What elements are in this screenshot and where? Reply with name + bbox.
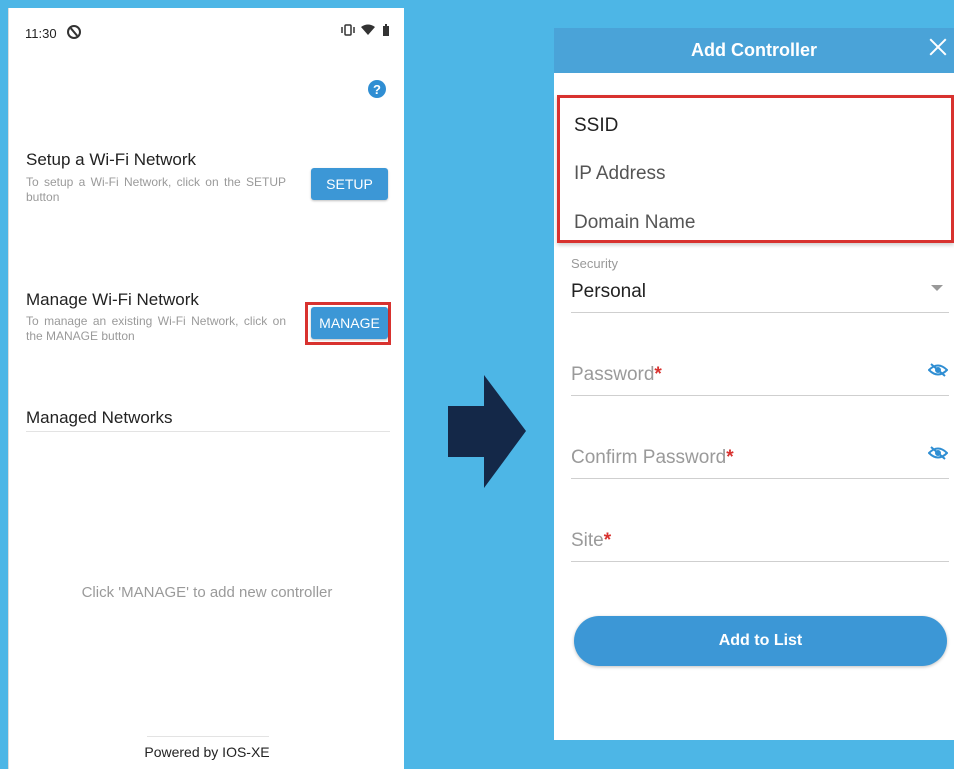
setup-title: Setup a Wi-Fi Network [26, 150, 197, 169]
controller-type-dropdown: SSID IP Address Domain Name [557, 95, 954, 243]
option-ssid[interactable]: SSID [574, 115, 618, 137]
modal-header: Add Controller [554, 28, 954, 73]
chevron-down-icon[interactable] [931, 285, 943, 291]
password-placeholder: Password [571, 364, 655, 385]
add-to-list-button[interactable]: Add to List [574, 616, 947, 666]
required-mark: * [726, 447, 734, 468]
confirm-password-placeholder: Confirm Password [571, 447, 727, 468]
confirm-password-field[interactable]: Confirm Password* [571, 447, 734, 469]
managed-networks-title: Managed Networks [26, 408, 173, 427]
confirm-password-underline [571, 478, 949, 479]
manage-button[interactable]: MANAGE [311, 307, 388, 339]
vibrate-icon [341, 24, 355, 36]
close-icon[interactable] [926, 36, 950, 60]
password-field[interactable]: Password* [571, 364, 662, 386]
site-underline [571, 561, 949, 562]
right-arrow-icon [448, 375, 526, 488]
no-disturb-icon [67, 25, 81, 39]
site-placeholder: Site [571, 530, 604, 551]
required-mark: * [654, 364, 662, 385]
help-icon[interactable]: ? [368, 80, 386, 98]
security-underline [571, 312, 949, 313]
wifi-icon [361, 24, 376, 35]
password-underline [571, 395, 949, 396]
status-icons [341, 24, 390, 39]
empty-message: Click 'MANAGE' to add new controller [81, 584, 333, 601]
modal-title: Add Controller [691, 40, 817, 60]
add-controller-modal: Add Controller SSID IP Address Domain Na… [554, 28, 954, 740]
battery-icon [383, 24, 389, 36]
manage-title: Manage Wi-Fi Network [26, 290, 199, 309]
eye-off-icon[interactable] [928, 363, 948, 377]
status-time: 11:30 [25, 26, 57, 41]
required-mark: * [603, 530, 612, 551]
option-ip-address[interactable]: IP Address [574, 163, 666, 185]
security-label: Security [571, 256, 618, 271]
phone-screen: 11:30 ? Setup a Wi-Fi Network To setup a… [8, 8, 404, 769]
option-domain-name[interactable]: Domain Name [574, 212, 695, 234]
divider [26, 431, 390, 432]
setup-description: To setup a Wi-Fi Network, click on the S… [26, 175, 286, 204]
site-field[interactable]: Site* [571, 530, 611, 552]
security-select[interactable]: Personal [571, 281, 646, 303]
manage-description: To manage an existing Wi-Fi Network, cli… [26, 314, 286, 343]
eye-off-icon[interactable] [928, 446, 948, 460]
footer-text: Powered by IOS-XE [144, 744, 270, 760]
setup-button[interactable]: SETUP [311, 168, 388, 200]
footer-divider [147, 736, 269, 737]
